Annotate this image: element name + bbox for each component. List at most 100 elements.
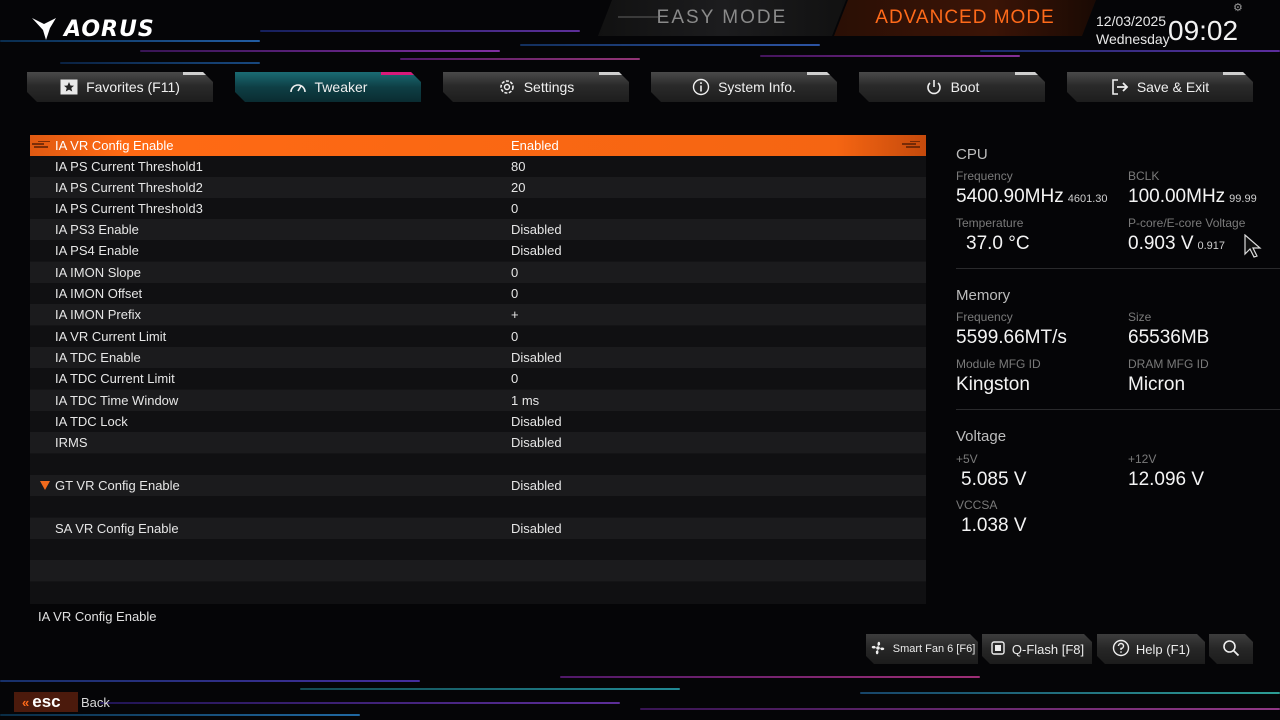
search-button[interactable] (1209, 634, 1253, 664)
smart-fan-label: Smart Fan 6 [F6] (892, 643, 976, 655)
setting-label: IA VR Config Enable (55, 138, 174, 153)
bclk-value: 100.00MHz 99.99 (1128, 186, 1257, 207)
setting-value[interactable]: 80 (511, 159, 525, 174)
core-voltage-sub: 0.917 (1197, 240, 1226, 252)
tab-favorites[interactable]: Favorites (F11) (27, 72, 213, 102)
qflash-button[interactable]: Q-Flash [F8] (982, 634, 1092, 664)
setting-value[interactable]: 0 (511, 329, 518, 344)
setting-label: IA PS4 Enable (55, 243, 139, 258)
setting-row[interactable]: IA PS4 Enable Disabled (30, 240, 926, 261)
easy-mode-button[interactable]: EASY MODE (598, 0, 846, 36)
v12-label: +12V (1128, 452, 1157, 466)
setting-row[interactable]: IA TDC Lock Disabled (30, 411, 926, 432)
setting-label: SA VR Config Enable (55, 521, 179, 536)
eagle-icon (32, 18, 56, 40)
setting-value[interactable]: 0 (511, 201, 518, 216)
help-button[interactable]: Help (F1) (1097, 634, 1205, 664)
dram-mfg-label: DRAM MFG ID (1128, 357, 1209, 371)
setting-row[interactable]: IA PS Current Threshold2 20 (30, 177, 926, 198)
module-mfg-value: Kingston (956, 374, 1030, 395)
search-icon (1222, 639, 1240, 660)
qflash-label: Q-Flash [F8] (1011, 641, 1085, 657)
setting-value[interactable]: Disabled (511, 414, 562, 429)
setting-value[interactable]: Disabled (511, 222, 562, 237)
setting-label: IA PS Current Threshold2 (55, 180, 203, 195)
footer-streaks (0, 668, 1280, 720)
setting-row[interactable]: IRMS Disabled (30, 432, 926, 453)
speedometer-icon (289, 78, 307, 96)
esc-back-button[interactable]: « esc (14, 692, 78, 712)
vccsa-label: VCCSA (956, 498, 998, 512)
setting-value[interactable]: Disabled (511, 478, 562, 493)
blank-row (30, 539, 926, 560)
memory-section-title: Memory (956, 287, 1011, 304)
setting-row[interactable]: IA TDC Current Limit 0 (30, 368, 926, 389)
setting-row-gt-vr-config[interactable]: GT VR Config Enable Disabled (30, 475, 926, 496)
selection-marker-icon (32, 141, 50, 148)
setting-value[interactable]: + (511, 307, 519, 322)
setting-row[interactable]: IA PS3 Enable Disabled (30, 219, 926, 240)
aorus-logo: AORUS (30, 14, 155, 44)
cpu-frequency-sub: 4601.30 (1067, 193, 1108, 205)
setting-row[interactable]: IA TDC Enable Disabled (30, 347, 926, 368)
help-icon (1112, 639, 1130, 660)
decorative-dash (618, 16, 658, 18)
setting-row[interactable]: IA PS Current Threshold1 80 (30, 156, 926, 177)
setting-row[interactable]: IA VR Current Limit 0 (30, 326, 926, 347)
cpu-temperature-value: 37.0 °C (966, 233, 1030, 254)
setting-label: IA TDC Enable (55, 350, 141, 365)
vccsa-value: 1.038 V (961, 515, 1027, 536)
esc-key-label: esc (32, 692, 61, 711)
setting-row-sa-vr-config[interactable]: SA VR Config Enable Disabled (30, 518, 926, 539)
expand-triangle-icon[interactable] (40, 481, 50, 490)
bclk-sub: 99.99 (1229, 193, 1257, 205)
smart-fan-button[interactable]: Smart Fan 6 [F6] (866, 634, 978, 664)
setting-row-ia-vr-config[interactable]: IA VR Config Enable Enabled (30, 135, 926, 156)
setting-row[interactable]: IA IMON Slope 0 (30, 262, 926, 283)
setting-value[interactable]: 0 (511, 371, 518, 386)
setting-row[interactable]: IA PS Current Threshold3 0 (30, 198, 926, 219)
cpu-frequency-value: 5400.90MHz 4601.30 (956, 186, 1108, 207)
dram-mfg-value: Micron (1128, 374, 1186, 395)
setting-value[interactable]: Disabled (511, 435, 562, 450)
item-help-text: IA VR Config Enable (38, 609, 157, 624)
setting-value[interactable]: 20 (511, 180, 525, 195)
v5-label: +5V (956, 452, 978, 466)
setting-value[interactable]: Disabled (511, 521, 562, 536)
v12-value: 12.096 V (1128, 469, 1205, 490)
tab-label: Settings (523, 79, 575, 95)
setting-value[interactable]: Disabled (511, 350, 562, 365)
tab-settings[interactable]: Settings (443, 72, 629, 102)
setting-row[interactable]: IA TDC Time Window 1 ms (30, 390, 926, 411)
chip-icon (990, 640, 1006, 659)
setting-row[interactable]: IA IMON Prefix + (30, 304, 926, 325)
setting-label: IA PS3 Enable (55, 222, 139, 237)
double-chevron-left-icon: « (22, 694, 30, 710)
power-icon (925, 78, 943, 96)
cpu-section-title: CPU (956, 146, 988, 163)
setting-row[interactable]: IA IMON Offset 0 (30, 283, 926, 304)
blank-row (30, 496, 926, 517)
setting-value[interactable]: 1 ms (511, 393, 539, 408)
setting-value[interactable]: Enabled (511, 138, 559, 153)
setting-value[interactable]: 0 (511, 265, 518, 280)
memory-frequency-label: Frequency (956, 310, 1013, 324)
system-info-panel: CPU Frequency 5400.90MHz 4601.30 BCLK 100… (956, 0, 1280, 560)
divider (956, 268, 1280, 269)
memory-frequency-value: 5599.66MT/s (956, 327, 1067, 348)
tab-system-info[interactable]: System Info. (651, 72, 837, 102)
core-voltage-value: 0.903 V 0.917 (1128, 233, 1226, 254)
setting-label: IA VR Current Limit (55, 329, 167, 344)
star-icon (60, 78, 78, 96)
setting-value[interactable]: 0 (511, 286, 518, 301)
setting-value[interactable]: Disabled (511, 243, 562, 258)
divider (956, 409, 1280, 410)
cpu-frequency-label: Frequency (956, 169, 1013, 183)
cpu-temperature-label: Temperature (956, 216, 1024, 230)
setting-label: IA IMON Prefix (55, 307, 141, 322)
help-label: Help (F1) (1135, 641, 1191, 657)
setting-label: IA IMON Offset (55, 286, 143, 301)
tab-tweaker[interactable]: Tweaker (235, 72, 421, 102)
setting-label: IA IMON Slope (55, 265, 141, 280)
back-label[interactable]: Back (81, 695, 110, 710)
